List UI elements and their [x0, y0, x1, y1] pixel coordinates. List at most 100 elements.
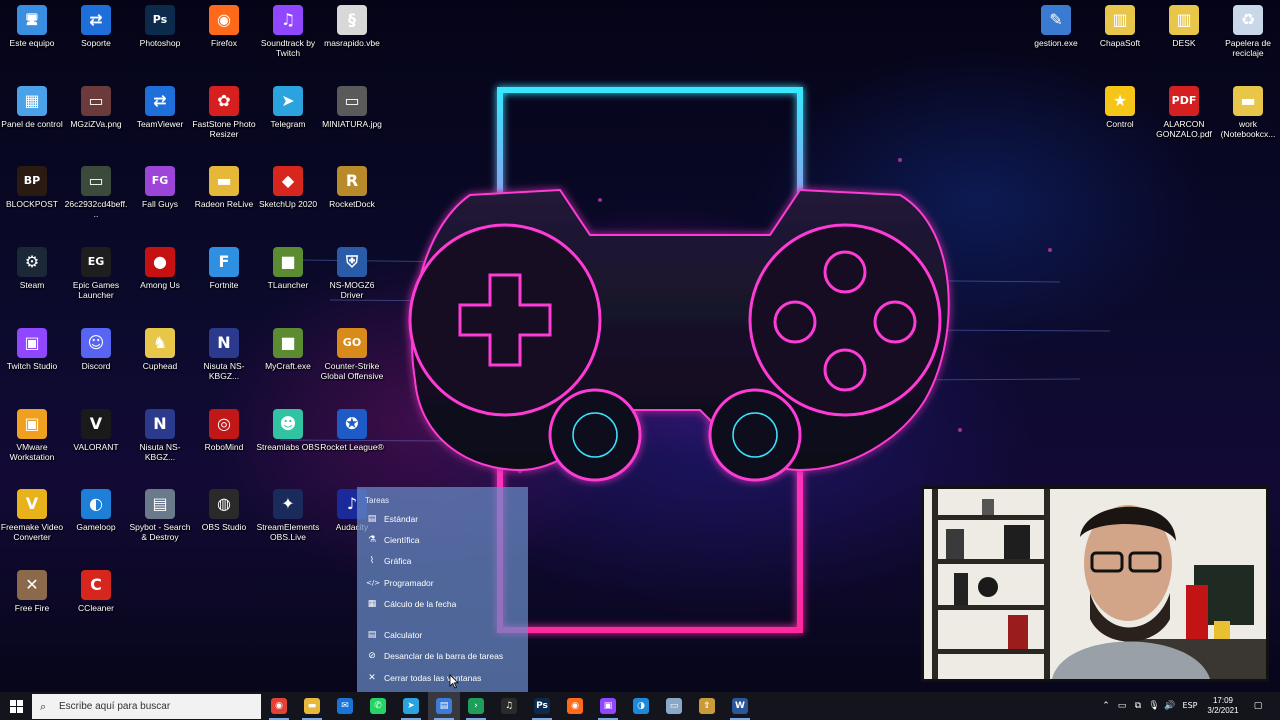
desktop-icon-label: StreamElements OBS.Live	[256, 522, 320, 542]
desktop-icon[interactable]: R RocketDock	[320, 166, 384, 209]
computer-icon: 🖥	[17, 5, 47, 35]
desktop-icon[interactable]: ● Among Us	[128, 247, 192, 290]
desktop-icon-label: ChapaSoft	[1099, 38, 1141, 48]
desktop-icon[interactable]: ✎ gestion.exe	[1024, 5, 1088, 48]
taskbar-app-mail[interactable]: ✉	[329, 692, 361, 720]
desktop-icon-label: Freemake Video Converter	[0, 522, 64, 542]
jump-task-date-calculation[interactable]: ▦ Cálculo de la fecha	[357, 594, 528, 614]
desktop-icon[interactable]: N Nisuta NS-KBGZ...	[192, 328, 256, 381]
mail-icon: ✉	[337, 698, 353, 714]
spybot-icon: ▤	[145, 489, 175, 519]
jump-action-open-calculator[interactable]: ▤ Calculator	[357, 625, 528, 645]
desktop-icon[interactable]: BP BLOCKPOST	[0, 166, 64, 209]
taskbar-app-edge[interactable]: ◑	[625, 692, 657, 720]
desktop-icon[interactable]: ♫ Soundtrack by Twitch	[256, 5, 320, 58]
desktop-icon[interactable]: FG Fall Guys	[128, 166, 192, 209]
desktop-icon[interactable]: ▥ ChapaSoft	[1088, 5, 1152, 48]
desktop-icon[interactable]: ⛨ NS-MOGZ6 Driver	[320, 247, 384, 300]
desktop-icon[interactable]: ☺ Discord	[64, 328, 128, 371]
star-icon: ★	[1105, 86, 1135, 116]
start-button[interactable]	[0, 692, 32, 720]
desktop-icon[interactable]: § masrapido.vbe	[320, 5, 384, 48]
volume-icon[interactable]: 🔊	[1163, 692, 1177, 720]
desktop-icon[interactable]: ◍ OBS Studio	[192, 489, 256, 532]
taskbar-app-calculator[interactable]: ▤	[428, 692, 460, 720]
desktop-icon[interactable]: GO Counter-Strike Global Offensive	[320, 328, 384, 381]
taskbar-app-firefox[interactable]: ◉	[559, 692, 591, 720]
desktop-icon[interactable]: ♞ Cuphead	[128, 328, 192, 371]
desktop-icon[interactable]: Ps Photoshop	[128, 5, 192, 48]
desktop-icon[interactable]: 🖥 Este equipo	[0, 5, 64, 48]
desktop-icon[interactable]: ⇄ TeamViewer	[128, 86, 192, 129]
desktop-icon[interactable]: V VALORANT	[64, 409, 128, 452]
desktop-icon[interactable]: ☻ Streamlabs OBS	[256, 409, 320, 452]
desktop-icon[interactable]: F Fortnite	[192, 247, 256, 290]
desktop-icon[interactable]: ■ TLauncher	[256, 247, 320, 290]
desktop-icon[interactable]: ▬ work (Notebookcx...	[1216, 86, 1280, 139]
taskbar-app-telegram[interactable]: ➤	[395, 692, 427, 720]
taskbar-search-box[interactable]: ⌕ Escribe aquí para buscar	[32, 694, 261, 719]
taskbar-app-photoshop[interactable]: Ps	[526, 692, 558, 720]
tray-overflow-chevron-icon[interactable]: ⌃	[1099, 692, 1113, 720]
jump-action-unpin[interactable]: ⊘ Desanclar de la barra de tareas	[357, 646, 528, 666]
display-icon[interactable]: ⧉	[1131, 692, 1145, 720]
desktop-icon[interactable]: ✿ FastStone Photo Resizer	[192, 86, 256, 139]
taskbar-clock[interactable]: 17:09 3/2/2021	[1202, 696, 1244, 716]
taskbar-app-terminal[interactable]: ›	[460, 692, 492, 720]
jump-task-standard[interactable]: ▤ Estándar	[357, 509, 528, 529]
taskbar-app-twitch[interactable]: ▣	[592, 692, 624, 720]
desktop-icon[interactable]: ▤ Spybot - Search & Destroy	[128, 489, 192, 542]
desktop-icon[interactable]: ♻ Papelera de reciclaje	[1216, 5, 1280, 58]
desktop-icon[interactable]: ★ Control	[1088, 86, 1152, 129]
desktop-icon[interactable]: ▥ DESK	[1152, 5, 1216, 48]
desktop-icon[interactable]: ▣ VMware Workstation	[0, 409, 64, 462]
desktop-icon[interactable]: ✪ Rocket League®	[320, 409, 384, 452]
desktop-icon[interactable]: ⚙ Steam	[0, 247, 64, 290]
taskbar-app-word[interactable]: W	[724, 692, 756, 720]
desktop-icon[interactable]: ◉ Firefox	[192, 5, 256, 48]
taskbar-app-notes[interactable]: ▭	[658, 692, 690, 720]
desktop-icon-label: Discord	[81, 361, 111, 371]
folder-icon: ▬	[304, 698, 320, 714]
desktop-icon-label: NS-MOGZ6 Driver	[329, 280, 375, 300]
desktop-icon[interactable]: ⇄ Soporte	[64, 5, 128, 48]
streamelements-icon: ✦	[273, 489, 303, 519]
jump-task-graphing[interactable]: ⌇ Gráfica	[357, 551, 528, 571]
desktop-icon-label: gestion.exe	[1034, 38, 1078, 48]
desktop-icon[interactable]: ■ MyCraft.exe	[256, 328, 320, 371]
notifications-icon[interactable]: ▢	[1250, 692, 1266, 720]
taskbar-app-file-explorer[interactable]: ▬	[296, 692, 328, 720]
desktop-icon[interactable]: ▭ MINIATURA.jpg	[320, 86, 384, 129]
desktop-icon[interactable]: ➤ Telegram	[256, 86, 320, 129]
network-icon[interactable]: ▭	[1115, 692, 1129, 720]
teamviewer-icon: ⇄	[145, 86, 175, 116]
desktop-icon[interactable]: ▦ Panel de control	[0, 86, 64, 129]
jump-task-scientific[interactable]: ⚗ Científica	[357, 530, 528, 550]
desktop-icon[interactable]: ◎ RoboMind	[192, 409, 256, 452]
desktop-icon[interactable]: ▣ Twitch Studio	[0, 328, 64, 371]
jump-task-programmer[interactable]: </> Programador	[357, 573, 528, 593]
desktop-icon[interactable]: ▭ 26c2932cd4beff...	[64, 166, 128, 219]
blockpost-icon: BP	[17, 166, 47, 196]
jump-action-close-all-windows[interactable]: ✕ Cerrar todas las ventanas	[357, 668, 528, 688]
faststone-icon: ✿	[209, 86, 239, 116]
desktop-icon[interactable]: ▬ Radeon ReLive	[192, 166, 256, 209]
taskbar-app-whatsapp[interactable]: ✆	[362, 692, 394, 720]
desktop-icon[interactable]: ▭ MGziZVa.png	[64, 86, 128, 129]
desktop-icon[interactable]: PDF ALARCON GONZALO.pdf	[1152, 86, 1216, 139]
desktop-icon-label: Fortnite	[209, 280, 239, 290]
desktop-icon[interactable]: ◆ SketchUp 2020	[256, 166, 320, 209]
desktop-icon[interactable]: ✕ Free Fire	[0, 570, 64, 613]
taskbar-app-chrome[interactable]: ◉	[263, 692, 295, 720]
language-indicator[interactable]: ESP	[1180, 692, 1200, 720]
desktop-icon[interactable]: V Freemake Video Converter	[0, 489, 64, 542]
microphone-icon[interactable]: 🎙	[1147, 692, 1161, 720]
desktop-icon[interactable]: ✦ StreamElements OBS.Live	[256, 489, 320, 542]
desktop-icon[interactable]: ◐ Gameloop	[64, 489, 128, 532]
taskbar-app-itunes[interactable]: ♫	[493, 692, 525, 720]
desktop-icon[interactable]: C CCleaner	[64, 570, 128, 613]
desktop-icon[interactable]: N Nisuta NS-KBGZ...	[128, 409, 192, 462]
close-icon: ✕	[368, 673, 376, 683]
desktop-icon[interactable]: EG Epic Games Launcher	[64, 247, 128, 300]
taskbar-app-streamelements[interactable]: ⇧	[691, 692, 723, 720]
